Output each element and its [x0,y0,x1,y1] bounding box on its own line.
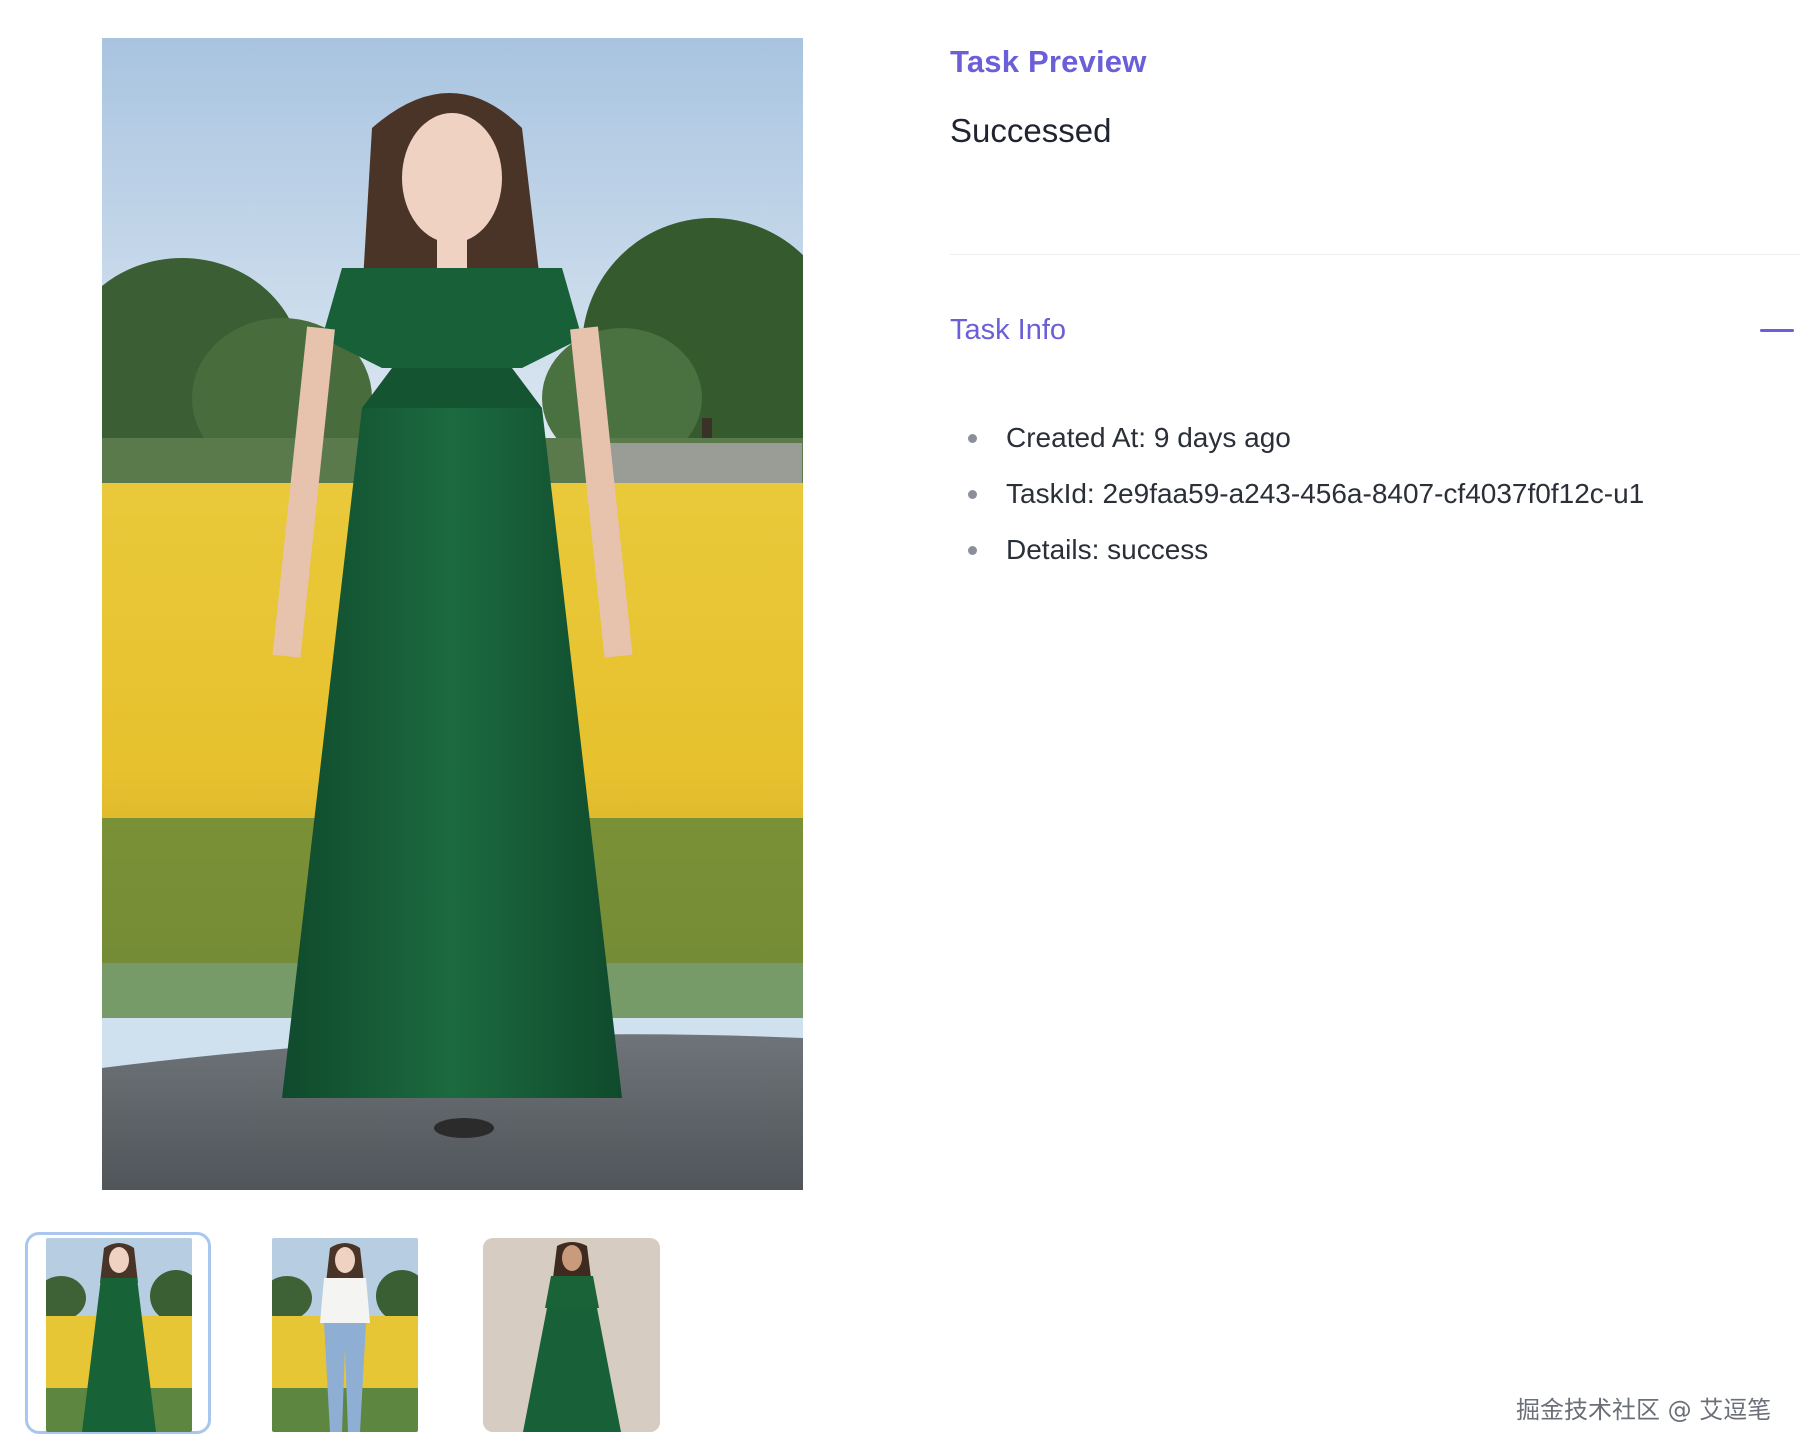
created-at-text: Created At: 9 days ago [1006,422,1291,453]
task-preview-page: Task Preview Successed Task Info Created… [0,0,1804,1450]
bullet-icon [968,434,977,443]
details-text: Details: success [1006,534,1209,565]
task-info-list: Created At: 9 days ago TaskId: 2e9faa59-… [968,410,1644,578]
task-id-text: TaskId: 2e9faa59-a243-456a-8407-cf4037f0… [1006,478,1645,509]
bullet-icon [968,490,977,499]
list-item: TaskId: 2e9faa59-a243-456a-8407-cf4037f0… [968,466,1644,522]
task-info-title: Task Info [950,314,1067,346]
bullet-icon [968,546,977,555]
thumbnail-green-dress-field[interactable] [46,1238,192,1432]
thumbnail-tshirt-jeans-field[interactable] [272,1238,418,1432]
task-panel: Task Preview Successed Task Info Created… [950,40,1800,565]
panel-title: Task Preview [950,44,1147,79]
task-info-header[interactable]: Task Info [950,308,1800,352]
main-preview-image [102,38,803,1190]
list-item: Created At: 9 days ago [968,410,1644,466]
watermark: 掘金技术社区 @ 艾逗笔 [1516,1396,1772,1424]
task-status: Successed [950,112,1112,149]
thumbnail-green-dress-studio[interactable] [483,1238,660,1432]
list-item: Details: success [968,522,1644,578]
section-divider [950,254,1800,255]
minus-icon[interactable] [1760,329,1794,332]
